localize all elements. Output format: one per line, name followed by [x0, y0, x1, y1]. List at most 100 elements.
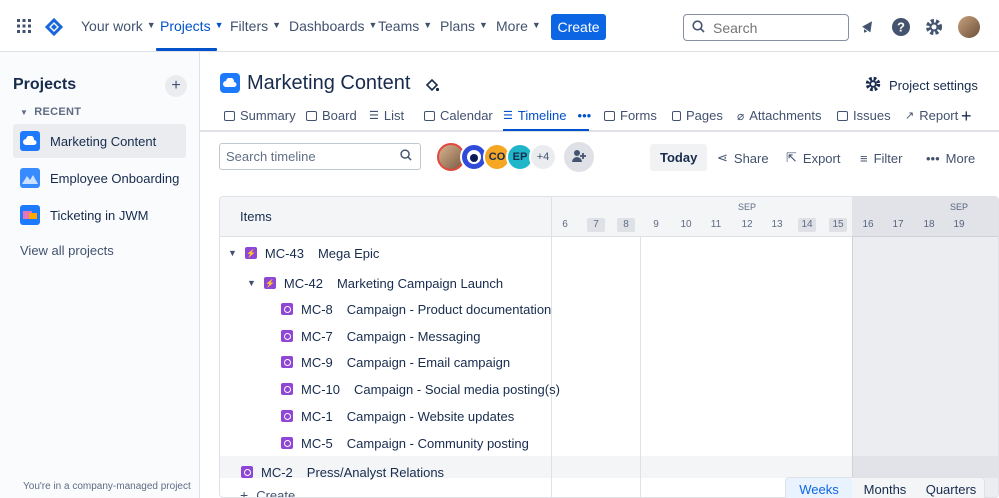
list-item[interactable]: MC-7 Campaign - Messaging	[281, 323, 480, 349]
nav-plans[interactable]: Plans ▼	[440, 18, 488, 34]
create-button[interactable]: Create	[551, 14, 606, 40]
tab-label: Issues	[853, 108, 891, 123]
pages-icon	[672, 110, 681, 121]
zoom-months-button[interactable]: Months	[852, 478, 918, 498]
tab-attachments[interactable]: ⌀ Attachments	[737, 108, 822, 123]
forms-icon	[604, 110, 615, 121]
day-label: 6	[562, 219, 568, 230]
more-button[interactable]: ••• More	[918, 145, 983, 171]
add-tab-icon[interactable]: +	[961, 106, 972, 127]
tab-label: Attachments	[749, 108, 822, 123]
day-label: 14	[798, 218, 816, 232]
chevron-down-icon[interactable]: ▼	[247, 278, 256, 288]
notifications-icon[interactable]	[858, 17, 878, 37]
chevron-down-icon: ▼	[20, 107, 29, 117]
nav-your-work[interactable]: Your work ▼	[81, 18, 156, 34]
tab-label: Summary	[240, 108, 296, 123]
list-item[interactable]: ▼ ⚡ MC-43 Mega Epic	[228, 240, 379, 266]
tab-forms[interactable]: Forms	[604, 108, 657, 123]
items-header-label: Items	[240, 209, 272, 224]
tab-reports[interactable]: ↗ Reports	[905, 108, 959, 123]
week-divider	[640, 237, 641, 497]
chevron-down-icon[interactable]: ▼	[228, 248, 237, 258]
share-button[interactable]: ⋖ Share	[709, 145, 777, 171]
search-input[interactable]	[713, 19, 833, 36]
create-issue-button[interactable]: + Create	[240, 482, 296, 498]
export-icon: ⇱	[786, 150, 797, 165]
issue-key: MC-10	[301, 381, 341, 397]
project-settings-button[interactable]: Project settings	[865, 76, 978, 95]
export-button[interactable]: ⇱ Export	[778, 145, 848, 171]
day-label: 9	[653, 219, 659, 230]
plus-icon: +	[240, 487, 249, 498]
issue-title: Campaign - Product documentation	[346, 301, 552, 317]
help-icon[interactable]: ?	[891, 17, 911, 37]
project-tabs: Summary Board ☰ List Calendar ☰ Timeline ••…	[200, 100, 999, 132]
view-all-projects-link[interactable]: View all projects	[20, 243, 114, 258]
items-column-header: Items	[220, 197, 552, 237]
chevron-down-icon: ▼	[531, 20, 541, 30]
today-button[interactable]: Today	[650, 144, 708, 171]
task-icon	[281, 383, 293, 395]
cloud-icon	[20, 131, 40, 151]
issue-title: Campaign - Email campaign	[346, 354, 511, 370]
settings-gear-icon[interactable]	[924, 17, 944, 37]
issue-key: MC-1	[301, 408, 333, 424]
list-item[interactable]: MC-5 Campaign - Community posting	[281, 430, 529, 456]
issue-key: MC-7	[301, 328, 333, 344]
app-switcher-icon[interactable]	[17, 19, 31, 33]
tab-issues[interactable]: Issues	[837, 108, 891, 123]
active-nav-indicator	[156, 48, 217, 51]
list-item[interactable]: MC-9 Campaign - Email campaign	[281, 349, 510, 375]
add-project-button[interactable]: +	[165, 75, 187, 97]
day-label: 11	[710, 219, 722, 230]
chart-icon: ↗	[905, 110, 915, 122]
tab-timeline[interactable]: ☰ Timeline •••	[503, 108, 591, 123]
ticket-icon	[20, 205, 40, 225]
list-icon: ☰	[369, 110, 379, 122]
jira-logo-icon[interactable]	[44, 17, 64, 37]
issue-title: Press/Analyst Relations	[306, 464, 445, 480]
tab-summary[interactable]: Summary	[224, 108, 296, 123]
zoom-weeks-button[interactable]: Weeks	[786, 478, 852, 498]
tab-list[interactable]: ☰ List	[369, 108, 404, 123]
recent-section-header[interactable]: ▼ RECENT	[20, 106, 81, 118]
tab-pages[interactable]: Pages	[672, 108, 723, 123]
list-item[interactable]: MC-10 Campaign - Social media posting(s)	[281, 376, 560, 402]
tab-board[interactable]: Board	[306, 108, 357, 123]
user-avatar[interactable]	[958, 16, 980, 38]
global-search[interactable]	[683, 14, 849, 41]
tab-calendar[interactable]: Calendar	[424, 108, 493, 123]
more-dots-icon[interactable]: •••	[578, 108, 592, 123]
items-list: ▼ ⚡ MC-43 Mega Epic ▼ ⚡ MC-42 Marketing …	[220, 237, 560, 498]
create-label: Create	[256, 487, 296, 498]
timeline-search-input[interactable]: Search timeline	[219, 143, 421, 170]
add-people-button[interactable]	[564, 142, 594, 172]
list-item[interactable]: MC-1 Campaign - Website updates	[281, 403, 514, 429]
day-label: 7	[587, 218, 605, 232]
nav-teams[interactable]: Teams ▼	[378, 18, 432, 34]
filter-button[interactable]: ≡ Filter	[852, 145, 910, 171]
nav-label: Your work	[81, 18, 143, 34]
issue-title: Campaign - Social media posting(s)	[354, 381, 560, 397]
task-icon	[281, 330, 293, 342]
list-item[interactable]: MC-8 Campaign - Product documentation	[281, 296, 551, 322]
more-avatars-count[interactable]: +4	[529, 143, 557, 171]
sidebar-item-employee-onboarding[interactable]: Employee Onboarding	[13, 161, 186, 195]
recent-label: RECENT	[34, 106, 82, 118]
sidebar-item-ticketing-jwm[interactable]: Ticketing in JWM	[13, 198, 186, 232]
search-icon	[400, 149, 412, 164]
sidebar-item-marketing-content[interactable]: Marketing Content	[13, 124, 186, 158]
sidebar: Projects + ▼ RECENT Marketing Content Emp…	[0, 52, 200, 498]
project-type-note: You're in a company-managed project	[23, 481, 191, 492]
issues-icon	[837, 110, 848, 121]
nav-more[interactable]: More ▼	[496, 18, 541, 34]
sidebar-title: Projects	[13, 76, 77, 93]
zoom-quarters-button[interactable]: Quarters	[918, 478, 984, 498]
nav-dashboards[interactable]: Dashboards ▼	[289, 18, 377, 34]
nav-filters[interactable]: Filters ▼	[230, 18, 281, 34]
nav-projects[interactable]: Projects ▼	[160, 18, 224, 34]
list-item[interactable]: ▼ ⚡ MC-42 Marketing Campaign Launch	[247, 270, 503, 296]
chevron-down-icon: ▼	[423, 20, 433, 30]
paint-bucket-icon[interactable]	[424, 77, 440, 96]
